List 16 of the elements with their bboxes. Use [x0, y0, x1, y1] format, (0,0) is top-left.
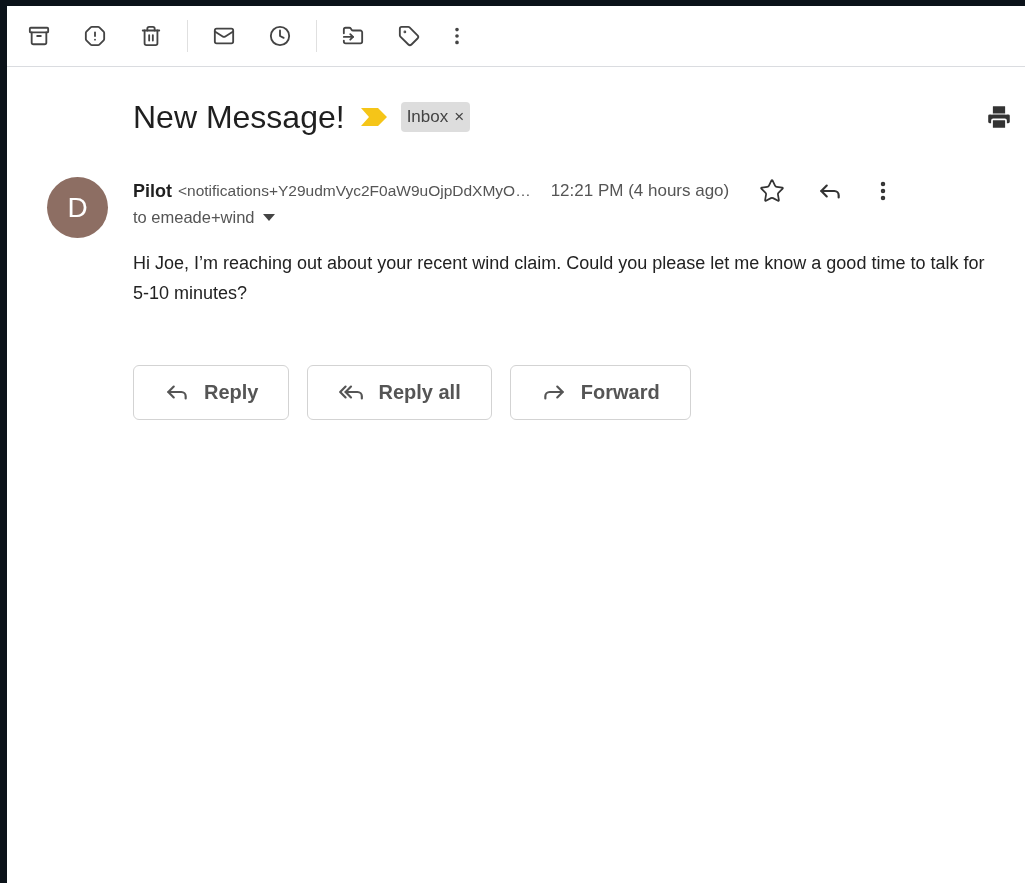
importance-marker-icon[interactable] — [360, 108, 387, 126]
label-chip[interactable]: Inbox × — [400, 102, 471, 132]
forward-button[interactable]: Forward — [509, 364, 691, 420]
subject-title: New Message! — [133, 101, 345, 133]
dropdown-caret-icon[interactable] — [262, 213, 275, 221]
sender-name: Pilot — [133, 179, 172, 203]
print-icon[interactable] — [985, 103, 1013, 131]
star-icon[interactable] — [759, 178, 786, 204]
sender-avatar: D — [47, 177, 108, 238]
message-time: 12:21 PM (4 hours ago) — [550, 180, 730, 203]
recipient-text: to emeade+wind — [133, 207, 255, 228]
reply-all-button[interactable]: Reply all — [307, 364, 492, 420]
message-body: Hi Joe, I’m reaching out about your recent wind claim. Could you please let me know a good time to talk for 5-10 minutes? — [133, 251, 986, 305]
remove-label-button[interactable]: × — [454, 104, 465, 130]
reply-button[interactable]: Reply — [133, 364, 290, 420]
sender-email: <notifications+Y29udmVyc2F0aW9uOjpDdXMyO… — [178, 181, 531, 202]
